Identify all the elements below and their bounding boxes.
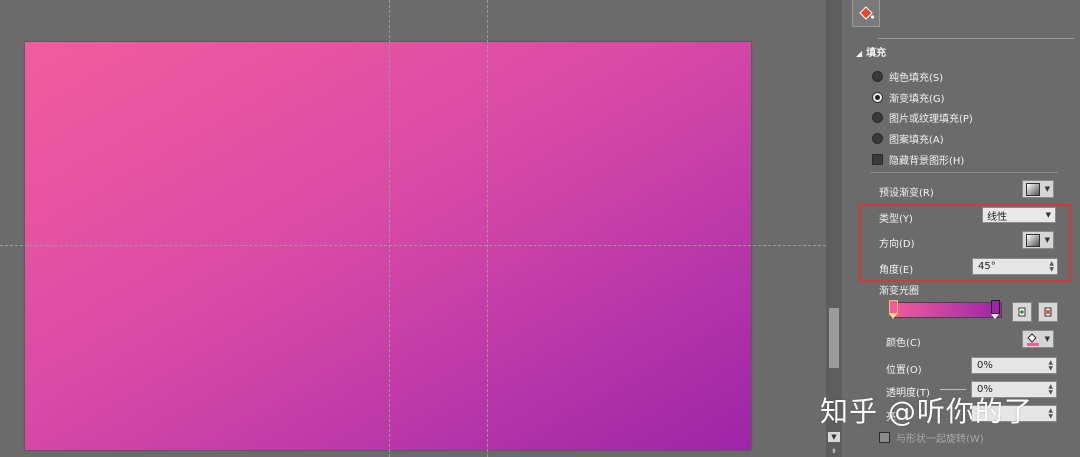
radio-solid-fill[interactable] [872,71,883,82]
pattern-fill-option[interactable]: 图案填充(A) [872,131,944,146]
hide-background-option[interactable]: 隐藏背景图形(H) [872,152,964,167]
divider [870,172,1058,173]
horizontal-guide[interactable] [0,245,826,246]
chevron-down-icon: ▼ [1044,236,1050,244]
vertical-guide-1[interactable] [389,0,390,457]
radio-picture-fill[interactable] [872,112,883,123]
gradient-stop-end[interactable] [991,300,1000,319]
spinner-arrows-icon[interactable]: ▲ ▼ [1048,383,1053,396]
color-label: 颜色(C) [886,338,921,349]
angle-value: 45° [978,261,996,272]
scroll-down-icon[interactable]: ▼ [828,432,840,442]
stop-handle [889,300,898,314]
direction-dropdown[interactable]: ▼ [1022,231,1054,249]
chevron-down-icon: ▼ [1044,335,1050,343]
vertical-scrollbar[interactable]: ▼ ⇟ [826,0,842,457]
remove-stop-button[interactable] [1038,302,1058,322]
position-spinner[interactable]: 0% ▲ ▼ [971,357,1057,374]
type-label: 类型(Y) [879,214,913,225]
fill-tab[interactable] [852,0,880,27]
tab-divider [878,38,1074,39]
color-dropdown[interactable]: ▼ [1022,330,1054,348]
radio-pattern-fill[interactable] [872,133,883,144]
gradient-stops-label: 渐变光圈 [879,286,919,297]
section-title: 填充 [866,48,887,59]
position-value: 0% [977,360,993,371]
radio-gradient-fill[interactable] [872,92,883,103]
gradient-stops-bar[interactable] [890,302,1002,318]
pattern-fill-label: 图案填充(A) [889,135,944,146]
stop-pointer [889,314,897,319]
preset-gradient-label: 预设渐变(R) [879,188,934,199]
solid-fill-label: 纯色填充(S) [889,73,944,84]
spinner-arrows-icon[interactable]: ▲ ▼ [1048,407,1053,420]
scrollbar-thumb[interactable] [829,308,839,368]
format-background-panel: ◢ 填充 纯色填充(S) 渐变填充(G) 图片或纹理填充(P) 图案填充(A) 隐… [842,0,1080,457]
spinner-arrows-icon[interactable]: ▲ ▼ [1048,359,1053,372]
spinner-arrows-icon[interactable]: ▲ ▼ [1049,260,1054,273]
rotate-with-shape-label: 与形状一起旋转(W) [896,434,984,445]
rotate-with-shape-option[interactable]: 与形状一起旋转(W) [879,430,984,445]
fill-color-icon [1027,333,1039,346]
gradient-stop-start[interactable] [889,300,898,319]
gradient-fill-option[interactable]: 渐变填充(G) [872,90,945,105]
slide-gradient-rectangle[interactable] [25,42,751,450]
type-value: 线性 [987,211,1007,223]
collapse-icon: ◢ [856,49,863,58]
editing-canvas[interactable] [0,0,826,457]
type-select[interactable]: 线性 ▼ [982,207,1056,223]
rotate-with-shape-checkbox[interactable] [879,432,890,443]
scroll-next-icon[interactable]: ⇟ [828,446,840,456]
angle-label: 角度(E) [879,265,914,276]
remove-stop-icon [1044,307,1052,317]
vertical-guide-2[interactable] [487,0,488,457]
picture-fill-option[interactable]: 图片或纹理填充(P) [872,110,973,125]
add-stop-icon [1018,307,1026,317]
preset-gradient-dropdown[interactable]: ▼ [1022,180,1054,198]
gradient-fill-label: 渐变填充(G) [889,94,945,105]
angle-spinner[interactable]: 45° ▲ ▼ [972,258,1058,275]
solid-fill-option[interactable]: 纯色填充(S) [872,69,943,84]
stop-pointer [991,314,999,319]
hide-background-checkbox[interactable] [872,154,883,165]
direction-swatch-icon [1026,233,1040,247]
fill-section-header[interactable]: ◢ 填充 [856,44,886,59]
chevron-down-icon: ▼ [1045,211,1051,219]
add-stop-button[interactable] [1012,302,1032,322]
paint-bucket-icon [859,6,875,20]
stop-handle [991,300,1000,314]
direction-label: 方向(D) [879,239,915,250]
watermark: 知乎 @听你的了 [820,395,1033,428]
hide-background-label: 隐藏背景图形(H) [889,156,965,167]
gradient-swatch-icon [1026,182,1040,196]
position-label: 位置(O) [886,365,922,376]
picture-fill-label: 图片或纹理填充(P) [889,114,973,125]
chevron-down-icon: ▼ [1044,185,1050,193]
